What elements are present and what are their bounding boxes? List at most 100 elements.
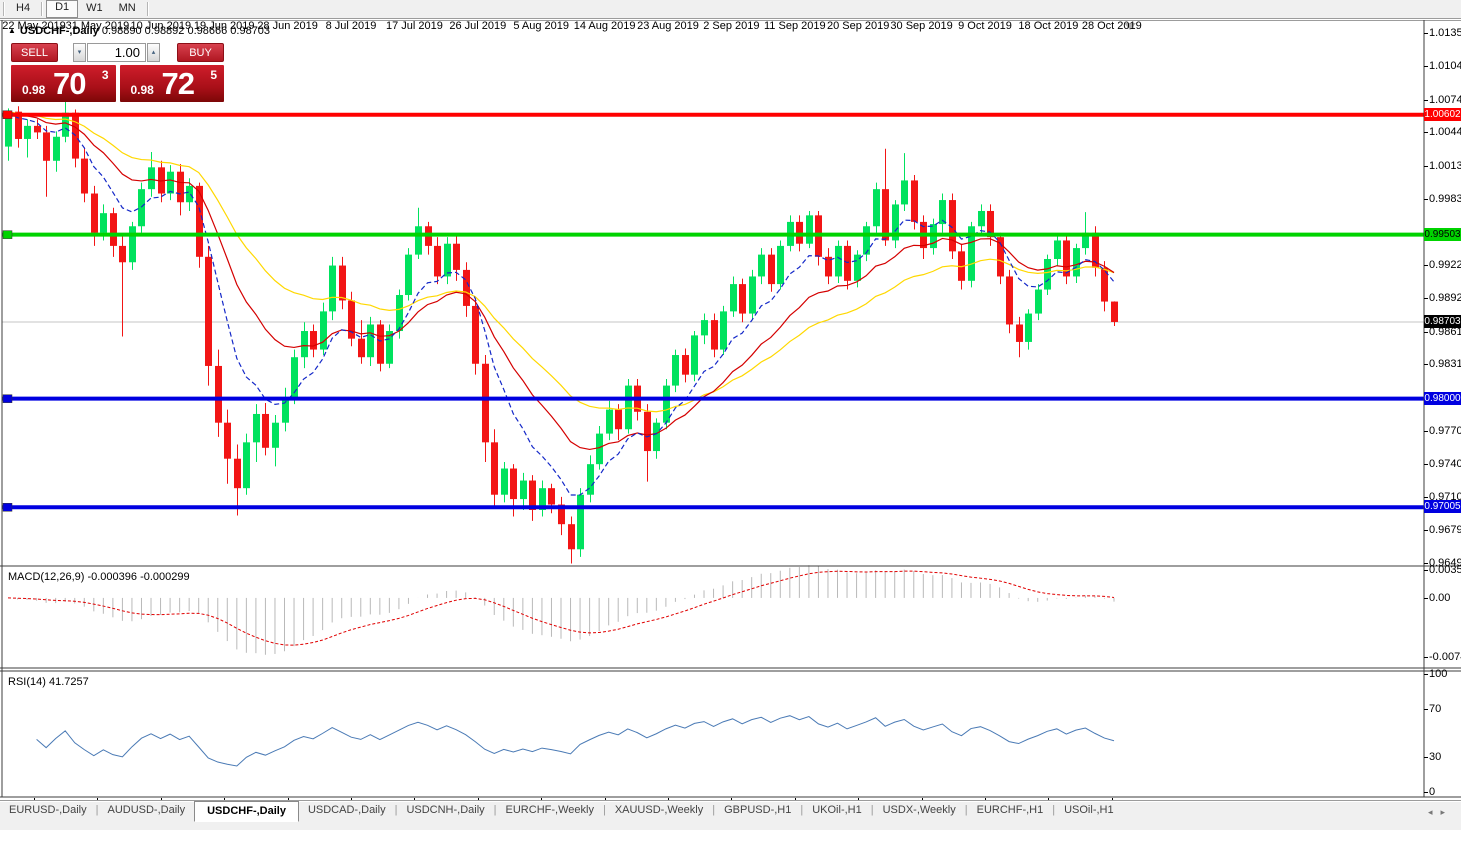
ma-slow-yellow <box>8 112 1114 412</box>
candle-body-bull <box>596 434 603 465</box>
axis-tick <box>1424 166 1428 167</box>
candle-body-bear <box>91 194 98 233</box>
date-axis-label: 23 Aug 2019 <box>637 20 699 32</box>
chart-canvas[interactable] <box>0 20 1461 800</box>
axis-tick <box>1424 199 1428 200</box>
candle-body-bull <box>806 215 813 243</box>
candle-body-bear <box>81 159 88 194</box>
timeframe-button-h4[interactable]: H4 <box>8 1 38 17</box>
rsi-axis-label: 0 <box>1429 786 1435 798</box>
axis-tick <box>1424 332 1428 333</box>
axis-tick <box>1424 364 1428 365</box>
symbol-tab-usdcnhdaily[interactable]: USDCNH-,Daily <box>397 801 493 820</box>
buy-price-panel[interactable]: 0.98 72 5 <box>120 65 225 102</box>
date-axis-label: 31 May 2019 <box>66 20 130 32</box>
symbol-tab-xauusdweekly[interactable]: XAUUSD-,Weekly <box>606 801 712 820</box>
candle-body-bear <box>224 423 231 459</box>
date-axis-label: 30 Sep 2019 <box>890 20 952 32</box>
candle-body-bull <box>730 284 737 311</box>
candle-body-bull <box>720 311 727 349</box>
candle-body-bear <box>768 255 775 284</box>
candle-body-bear <box>177 172 184 203</box>
symbol-tab-eurchfweekly[interactable]: EURCHF-,Weekly <box>497 801 603 820</box>
candle-body-bull <box>520 481 527 500</box>
rsi-axis-label: 30 <box>1429 751 1441 763</box>
candle-body-bear <box>644 412 651 451</box>
axis-tick <box>1424 657 1428 658</box>
buy-price-big-digits: 72 <box>162 66 194 102</box>
toolbar-separator <box>3 2 5 16</box>
candle-body-bull <box>587 464 594 495</box>
candle-body-bull <box>577 495 584 550</box>
level-line-handle <box>3 503 12 511</box>
level-line-handle <box>3 231 12 239</box>
chart-window: ▲USDCHF-,Daily 0.98890 0.98892 0.98666 0… <box>0 20 1461 849</box>
candle-body-bear <box>453 244 460 270</box>
date-axis-label: 5 Aug 2019 <box>513 20 569 32</box>
date-axis-label: 8 Jul 2019 <box>326 20 377 32</box>
candle-body-bull <box>978 211 985 226</box>
sell-price-pip: 3 <box>102 68 109 82</box>
date-axis-label: 19 Jun 2019 <box>194 20 255 32</box>
level-line-handle <box>3 395 12 403</box>
symbol-tab-usdxweekly[interactable]: USDX-,Weekly <box>874 801 965 820</box>
symbol-tab-gbpusdh1[interactable]: GBPUSD-,H1 <box>715 801 800 820</box>
sell-price-big-digits: 70 <box>53 66 85 102</box>
tab-scroll-arrows[interactable]: ◂▸ <box>1428 807 1453 818</box>
timeframe-toolbar: H4 D1W1MN <box>0 0 1461 19</box>
axis-tick <box>1424 563 1428 564</box>
candle-body-bull <box>1073 248 1080 276</box>
timeframe-button-mn[interactable]: MN <box>111 1 144 17</box>
candle-body-bear <box>482 364 489 443</box>
symbol-tab-eurusddaily[interactable]: EURUSD-,Daily <box>0 801 96 820</box>
candle-body-bull <box>301 331 308 357</box>
sell-button[interactable]: SELL <box>11 43 58 62</box>
buy-price-pip: 5 <box>210 68 217 82</box>
candle-body-bear <box>119 246 126 262</box>
volume-input[interactable]: 1.00 <box>87 43 146 62</box>
tab-scroll-left-icon: ◂ <box>1428 807 1441 817</box>
candle-body-bull <box>835 246 842 277</box>
axis-tick <box>1424 598 1428 599</box>
candle-body-bear <box>215 366 222 423</box>
candle-body-bear <box>1016 324 1023 341</box>
sell-price-panel[interactable]: 0.98 70 3 <box>11 65 116 102</box>
mt4-terminal: { "toolbar": {"timeframes": [ {"label": … <box>0 0 1461 849</box>
candle-body-bull <box>873 189 880 226</box>
buy-button[interactable]: BUY <box>177 43 224 62</box>
candle-body-bear <box>434 246 441 277</box>
volume-decrease-button[interactable]: ▾ <box>73 43 86 62</box>
axis-tick <box>1424 497 1428 498</box>
candle-body-bear <box>472 306 479 364</box>
candle-body-bear <box>510 469 517 500</box>
candle-body-bear <box>377 324 384 363</box>
candle-body-bull <box>701 320 708 335</box>
price-axis-label: 0.99225 <box>1429 259 1461 271</box>
price-axis-label: 1.00440 <box>1429 126 1461 138</box>
symbol-tab-eurchfh1[interactable]: EURCHF-,H1 <box>968 801 1053 820</box>
date-axis-label: 28 Jun 2019 <box>257 20 318 32</box>
ma-fast-blue <box>8 112 1114 495</box>
rsi-line <box>37 716 1114 766</box>
candle-body-bull <box>100 213 107 233</box>
candle-body-bear <box>911 180 918 221</box>
symbol-tab-usdchfdaily[interactable]: USDCHF-,Daily <box>194 801 299 822</box>
candle-body-bull <box>415 226 422 254</box>
symbol-tab-ukoilh1[interactable]: UKOil-,H1 <box>803 801 871 820</box>
candle-body-bull <box>320 311 327 349</box>
candle-body-bull <box>672 355 679 386</box>
volume-increase-button[interactable]: ▴ <box>147 43 160 62</box>
symbol-tab-usoilh1[interactable]: USOil-,H1 <box>1055 801 1123 820</box>
symbol-tab-usdcaddaily[interactable]: USDCAD-,Daily <box>299 801 395 820</box>
candle-body-bear <box>234 459 241 488</box>
date-axis-label: 2 Sep 2019 <box>703 20 759 32</box>
candle-body-bull <box>1025 314 1032 342</box>
price-badge: 0.97005 <box>1424 500 1461 513</box>
symbol-tab-audusddaily[interactable]: AUDUSD-,Daily <box>98 801 194 820</box>
timeframe-button-w1[interactable]: W1 <box>78 1 111 17</box>
candle-body-bull <box>758 255 765 277</box>
candle-body-bull <box>24 126 31 139</box>
price-badge: 1.00602 <box>1424 108 1461 121</box>
timeframe-button-d1[interactable]: D1 <box>46 0 78 18</box>
candle-body-bull <box>272 423 279 448</box>
